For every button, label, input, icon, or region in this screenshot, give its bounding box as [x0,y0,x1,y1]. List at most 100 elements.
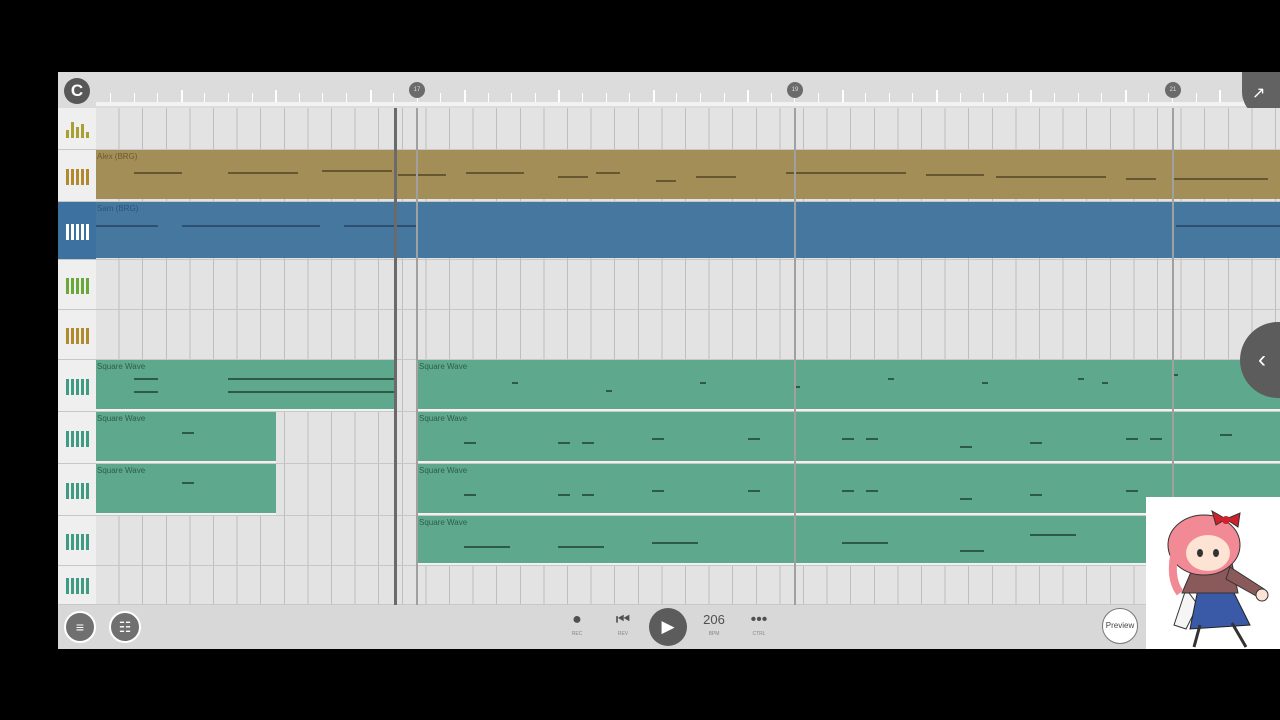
ruler-tick [511,93,513,102]
ruler-tick [1101,93,1103,102]
bpm-label: BPM [708,631,720,637]
ruler-tick [700,93,701,102]
ruler-tick [110,93,111,102]
region-label: Square Wave [419,518,468,527]
track-lane-5[interactable]: Square Wave Square Wave [96,360,1280,412]
region-square-wave[interactable]: Square Wave [96,464,276,515]
track-header-5[interactable] [58,360,96,412]
ctrl-label: CTRL [752,631,766,637]
ruler-tick [888,93,890,102]
track-lane-0[interactable] [96,108,1280,150]
ruler-tick [369,90,372,102]
ruler-tick [1054,93,1055,102]
ruler-tick [393,93,395,102]
track-lane-6[interactable]: Square Wave Square Wave [96,412,1280,464]
piano-icon [66,481,89,499]
track-area: Alex (BRG) Sam (BRG) Square Wave Square … [58,108,1280,605]
keyboard-icon: ☷ [118,619,132,635]
rewind-button[interactable]: ⏮ REV [607,609,639,645]
region-alex[interactable]: Alex (BRG) [96,150,1280,199]
track-lane-8[interactable]: Square Wave [96,516,1280,566]
daw-window: C 17 19 21 ↗ Alex (BRG) Sam (BRG) Square… [58,72,1280,649]
ruler-tick [1030,90,1033,102]
region-label: Alex (BRG) [97,152,138,161]
loop-icon[interactable]: C [64,78,90,104]
ruler-tick [1077,93,1079,102]
track-header-2[interactable] [58,202,96,260]
region-sam[interactable]: Sam (BRG) [96,202,1280,258]
bpm-control[interactable]: 206 BPM [697,609,731,645]
sliders-icon: ≡ [75,619,85,635]
track-header-9[interactable] [58,566,96,605]
more-icon: ••• [750,611,768,628]
ruler-tick [298,93,300,102]
ruler-tick [464,90,466,102]
region-square-wave[interactable]: Square Wave [96,360,396,411]
bar-marker-19[interactable]: 19 [787,82,803,98]
ruler-tick [912,93,914,102]
region-label: Sam (BRG) [97,204,139,213]
track-lane-1[interactable]: Alex (BRG) [96,150,1280,202]
ruler-tick [180,90,183,102]
ruler-tick [770,93,772,102]
track-lane-2[interactable]: Sam (BRG) [96,202,1280,260]
region-square-wave[interactable]: Square Wave [418,412,1280,463]
rewind-label: REV [617,631,629,637]
ruler-tick [676,93,678,102]
track-header-7[interactable] [58,464,96,516]
ruler-tick [346,93,347,102]
ruler-tick [558,90,561,102]
piano-icon [66,276,89,294]
mixer-button[interactable]: ≡ [64,611,96,643]
ruler-tick [582,93,583,102]
track-header-1[interactable] [58,150,96,202]
ruler-tick [1006,93,1008,102]
ruler-tick [1195,93,1197,102]
ruler-tick [204,93,206,102]
ruler-tick [652,90,655,102]
track-header-6[interactable] [58,412,96,464]
region-square-wave[interactable]: Square Wave [418,360,1280,411]
track-lane-4[interactable] [96,310,1280,360]
rewind-icon: ⏮ [615,611,631,628]
playhead[interactable] [394,108,397,605]
track-header-0[interactable] [58,108,96,150]
region-label: Square Wave [419,362,468,371]
piano-icon [66,429,89,447]
ruler-tick [959,93,961,102]
ruler-tick [747,90,750,102]
bar-marker-21[interactable]: 21 [1165,82,1181,98]
region-label: Square Wave [97,414,146,423]
track-lane-7[interactable]: Square Wave Square Wave [96,464,1280,516]
ruler-tick [818,93,819,102]
ruler-tick [228,93,229,102]
region-square-wave[interactable]: Square Wave [96,412,276,463]
ruler-tick [322,93,324,102]
piano-roll-button[interactable]: ☷ [109,611,141,643]
bpm-value: 206 [703,612,725,627]
record-button[interactable]: ● REC [561,609,593,645]
mixer-icon [66,120,89,138]
ruler-tick [157,93,159,102]
piano-icon [66,377,89,395]
track-lane-3[interactable] [96,260,1280,310]
region-label: Square Wave [419,466,468,475]
piano-icon [66,326,89,344]
track-lane-9[interactable] [96,566,1280,605]
ruler-tick [841,90,844,102]
ruler-tick [865,93,867,102]
bar-line-17 [416,108,418,605]
bar-marker-17[interactable]: 17 [409,82,425,98]
piano-icon [66,576,89,594]
preview-button[interactable]: Preview [1102,608,1138,644]
piano-icon [66,222,89,240]
record-label: REC [571,631,583,637]
play-button[interactable]: ▶ [649,608,687,646]
track-header-8[interactable] [58,516,96,566]
transport-bar: ≡ ☷ ● REC ⏮ REV ▶ 206 BPM ••• CTRL Previ… [58,605,1280,649]
track-header-4[interactable] [58,310,96,360]
track-header-3[interactable] [58,260,96,310]
timeline-ruler[interactable]: C 17 19 21 ↗ [58,72,1280,118]
ctrl-button[interactable]: ••• CTRL [743,609,775,645]
region-label: Square Wave [97,466,146,475]
